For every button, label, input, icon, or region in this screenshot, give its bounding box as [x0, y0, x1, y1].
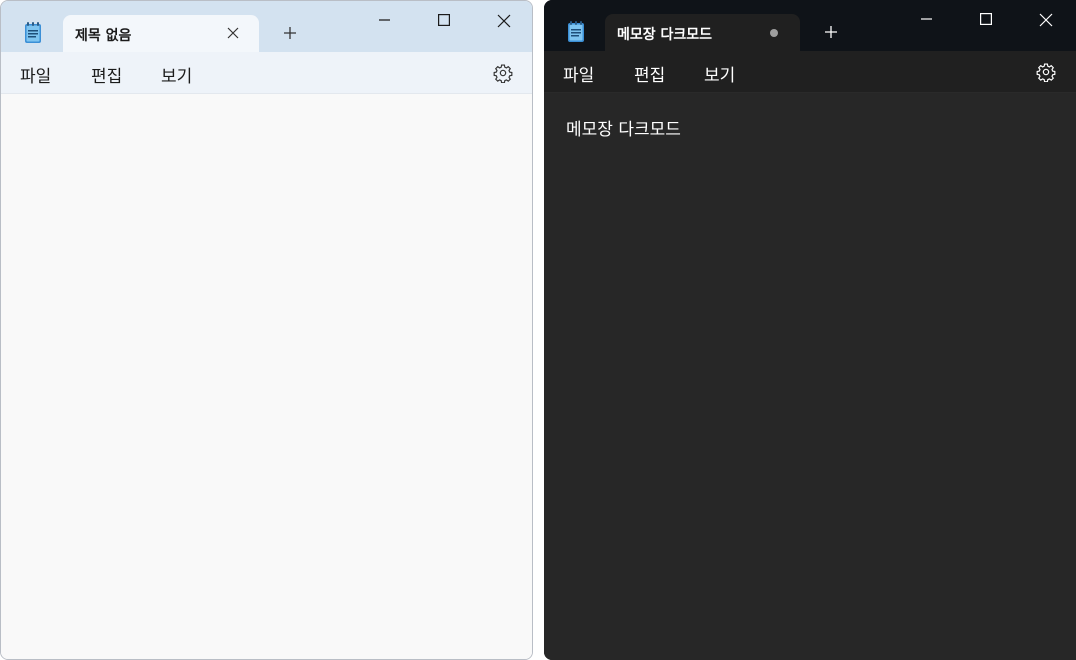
tab-untitled[interactable]: 제목 없음 — [63, 15, 259, 52]
plus-icon[interactable] — [824, 25, 838, 39]
menu-edit[interactable]: 편집 — [634, 61, 665, 86]
title-bar: 제목 없음 — [1, 1, 532, 52]
text-editor[interactable]: 메모장 다크모드 — [544, 93, 1076, 660]
maximize-button[interactable] — [963, 8, 1009, 32]
tab-title: 제목 없음 — [75, 28, 132, 44]
close-icon[interactable] — [226, 26, 240, 40]
unsaved-dot-icon[interactable] — [770, 29, 778, 37]
tab-dark-mode[interactable]: 메모장 다크모드 — [605, 14, 800, 51]
close-button[interactable] — [1022, 8, 1068, 32]
notepad-icon — [25, 22, 41, 43]
menu-file[interactable]: 파일 — [20, 62, 51, 87]
minimize-icon — [379, 19, 390, 21]
minimize-icon — [921, 18, 932, 20]
tab-title: 메모장 다크모드 — [617, 27, 713, 43]
menu-view[interactable]: 보기 — [704, 61, 735, 86]
maximize-button[interactable] — [421, 9, 467, 33]
text-editor[interactable] — [1, 94, 532, 659]
notepad-window-light: 제목 없음 파일 편집 보기 — [0, 0, 533, 660]
close-icon — [497, 14, 511, 28]
plus-icon[interactable] — [283, 26, 297, 40]
editor-content: 메모장 다크모드 — [566, 120, 681, 140]
gear-icon[interactable] — [493, 63, 513, 83]
notepad-window-dark: 메모장 다크모드 파일 편집 보기 메모장 다크모드 — [544, 0, 1076, 660]
minimize-button[interactable] — [362, 9, 408, 33]
menu-edit[interactable]: 편집 — [91, 62, 122, 87]
notepad-icon — [568, 21, 584, 42]
menu-bar: 파일 편집 보기 — [544, 51, 1076, 93]
menu-file[interactable]: 파일 — [563, 61, 594, 86]
menu-bar: 파일 편집 보기 — [1, 52, 532, 94]
close-icon — [1039, 13, 1053, 27]
gear-icon[interactable] — [1036, 62, 1056, 82]
menu-view[interactable]: 보기 — [161, 62, 192, 87]
minimize-button[interactable] — [904, 8, 950, 32]
title-bar: 메모장 다크모드 — [544, 0, 1076, 51]
maximize-icon — [438, 14, 450, 26]
maximize-icon — [980, 13, 992, 25]
close-button[interactable] — [480, 9, 526, 33]
